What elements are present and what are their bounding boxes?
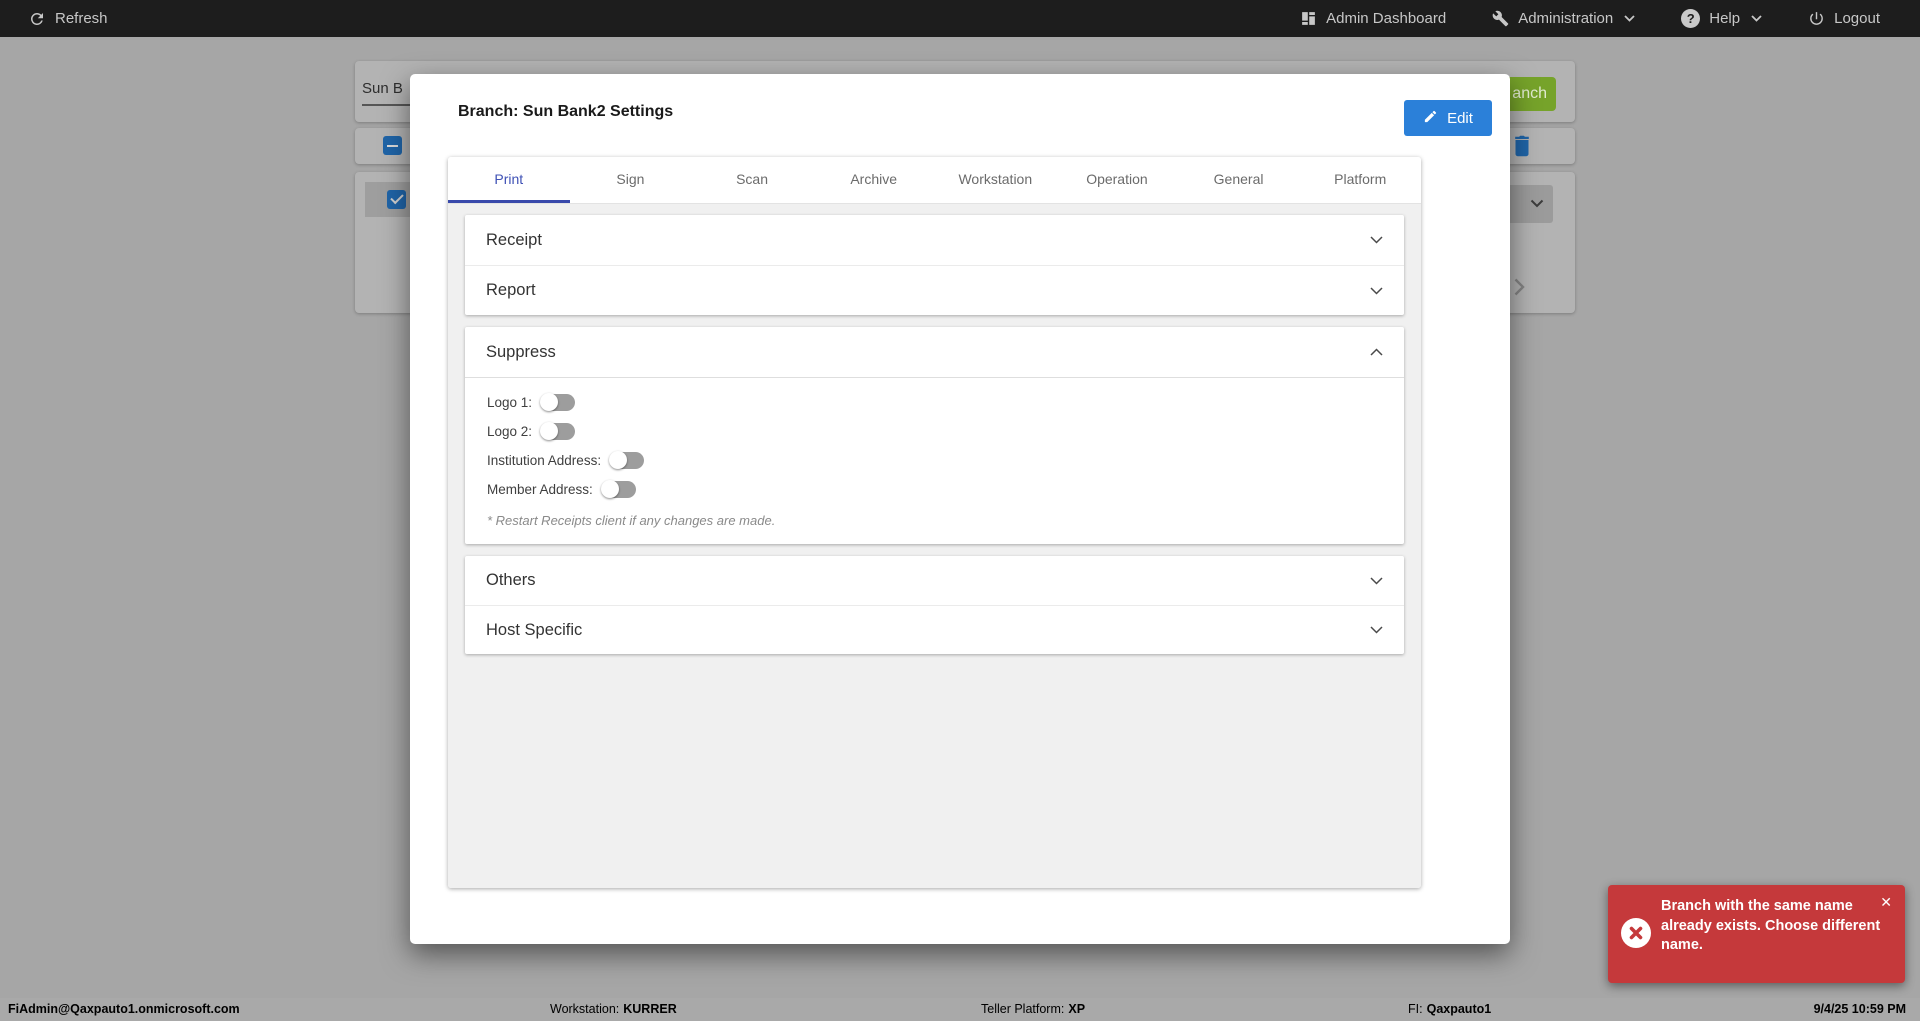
toast-close-icon[interactable]: ✕ <box>1880 895 1892 909</box>
print-tab-panel: Receipt Report Suppress Logo 1: Logo 2: … <box>448 203 1421 888</box>
delete-branch-button[interactable] <box>1512 134 1532 162</box>
branch-settings-dialog: Branch: Sun Bank2 Settings Edit Print Si… <box>410 74 1510 944</box>
chevron-down-icon <box>1624 15 1635 22</box>
logout-label: Logout <box>1834 10 1880 27</box>
tab-platform[interactable]: Platform <box>1299 157 1421 203</box>
workstation-value: KURRER <box>623 1002 677 1016</box>
accordion-receipt[interactable]: Receipt <box>465 215 1404 265</box>
receipt-section-label: Receipt <box>486 230 542 249</box>
suppress-accordion-card: Suppress Logo 1: Logo 2: Institution Add… <box>465 327 1404 544</box>
others-section-label: Others <box>486 571 536 589</box>
select-all-checkbox[interactable] <box>383 136 402 155</box>
dialog-header: Branch: Sun Bank2 Settings Edit <box>410 74 1510 138</box>
teller-platform-value: XP <box>1068 1002 1086 1016</box>
chevron-up-icon <box>1370 343 1383 361</box>
tab-operation[interactable]: Operation <box>1056 157 1178 203</box>
settings-card: Print Sign Scan Archive Workstation Oper… <box>448 157 1421 888</box>
accordion-suppress[interactable]: Suppress <box>465 327 1404 377</box>
topbar-menu: Admin Dashboard Administration ? Help Lo… <box>1300 9 1880 28</box>
edit-button-label: Edit <box>1447 109 1473 127</box>
toggle-row-member-address: Member Address: <box>487 480 1382 498</box>
help-menu-item[interactable]: ? Help <box>1681 9 1762 28</box>
edit-button[interactable]: Edit <box>1404 100 1492 136</box>
dashboard-icon <box>1300 10 1317 27</box>
status-workstation: Workstation: KURRER <box>550 1002 677 1016</box>
tab-general[interactable]: General <box>1178 157 1300 203</box>
logout-menu-item[interactable]: Logout <box>1808 10 1880 27</box>
toggle-row-institution-address: Institution Address: <box>487 451 1382 469</box>
administration-menu-item[interactable]: Administration <box>1492 10 1635 27</box>
top-navigation-bar: Refresh Admin Dashboard Administration ?… <box>0 0 1920 37</box>
help-icon: ? <box>1681 9 1701 28</box>
chevron-down-icon <box>1530 195 1544 213</box>
status-teller-platform: Teller Platform: XP <box>981 1002 1085 1016</box>
chevron-down-icon <box>1370 231 1383 249</box>
help-label: Help <box>1709 10 1741 27</box>
add-branch-button-label: anch <box>1512 85 1547 102</box>
report-section-label: Report <box>486 281 536 299</box>
administration-label: Administration <box>1518 10 1614 27</box>
logo1-toggle-label: Logo 1: <box>487 394 533 410</box>
tab-sign[interactable]: Sign <box>570 157 692 203</box>
error-toast: Branch with the same name already exists… <box>1608 885 1905 983</box>
status-user: FiAdmin@Qaxpauto1.onmicrosoft.com <box>8 1002 240 1016</box>
tab-print[interactable]: Print <box>448 157 570 203</box>
institution-address-toggle[interactable] <box>609 451 645 469</box>
tab-workstation[interactable]: Workstation <box>935 157 1057 203</box>
wrench-icon <box>1492 10 1509 27</box>
others-host-accordion-card: Others Host Specific <box>465 556 1404 654</box>
toggle-row-logo2: Logo 2: <box>487 422 1382 440</box>
power-icon <box>1808 10 1825 27</box>
pencil-icon <box>1423 109 1438 128</box>
workstation-label: Workstation: <box>550 1002 620 1016</box>
admin-dashboard-menu-item[interactable]: Admin Dashboard <box>1300 10 1446 27</box>
accordion-host-specific[interactable]: Host Specific <box>465 605 1404 654</box>
receipt-report-accordion-card: Receipt Report <box>465 215 1404 315</box>
toggle-row-logo1: Logo 1: <box>487 393 1382 411</box>
chevron-down-icon <box>1751 15 1762 22</box>
fi-label: FI: <box>1408 1002 1423 1016</box>
settings-tab-bar: Print Sign Scan Archive Workstation Oper… <box>448 157 1421 203</box>
next-page-chevron-icon[interactable] <box>1514 278 1525 301</box>
error-icon <box>1621 918 1651 948</box>
institution-address-toggle-label: Institution Address: <box>487 452 602 468</box>
teller-platform-label: Teller Platform: <box>981 1002 1065 1016</box>
toast-message: Branch with the same name already exists… <box>1661 898 1881 953</box>
branch-name-input[interactable]: Sun B <box>362 80 403 97</box>
suppress-section-label: Suppress <box>486 342 556 361</box>
status-bar: FiAdmin@Qaxpauto1.onmicrosoft.com Workst… <box>0 998 1920 1021</box>
host-specific-section-label: Host Specific <box>486 620 583 639</box>
chevron-down-icon <box>1370 282 1383 300</box>
tab-scan[interactable]: Scan <box>691 157 813 203</box>
member-address-toggle-label: Member Address: <box>487 481 593 497</box>
accordion-others[interactable]: Others <box>465 556 1404 605</box>
fi-value: Qaxpauto1 <box>1426 1002 1492 1016</box>
member-address-toggle[interactable] <box>600 480 636 498</box>
chevron-down-icon <box>1370 621 1383 639</box>
suppress-section-body: Logo 1: Logo 2: Institution Address: Mem… <box>465 377 1404 544</box>
tab-archive[interactable]: Archive <box>813 157 935 203</box>
status-datetime: 9/4/25 10:59 PM <box>1813 1002 1906 1016</box>
refresh-label: Refresh <box>55 10 108 27</box>
status-fi: FI: Qaxpauto1 <box>1408 1002 1491 1016</box>
accordion-report[interactable]: Report <box>465 265 1404 315</box>
logo1-toggle[interactable] <box>540 393 576 411</box>
logo2-toggle[interactable] <box>540 422 576 440</box>
restart-receipts-note: * Restart Receipts client if any changes… <box>487 513 776 528</box>
logo2-toggle-label: Logo 2: <box>487 423 533 439</box>
refresh-button[interactable]: Refresh <box>28 10 108 28</box>
dialog-title: Branch: Sun Bank2 Settings <box>458 103 674 120</box>
admin-dashboard-label: Admin Dashboard <box>1326 10 1447 27</box>
refresh-icon <box>28 10 46 28</box>
branch-row-checkbox[interactable] <box>387 190 406 209</box>
chevron-down-icon <box>1370 572 1383 590</box>
